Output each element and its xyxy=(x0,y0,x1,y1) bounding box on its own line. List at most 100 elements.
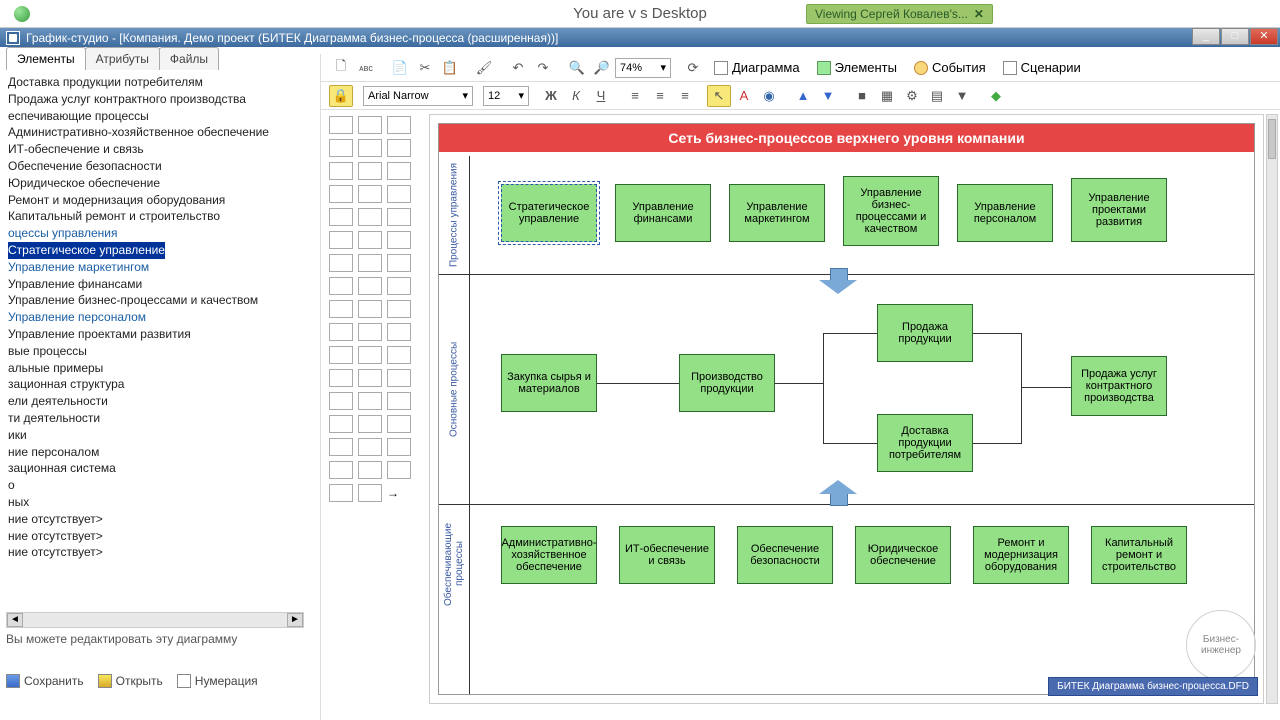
brush-icon[interactable]: 🖌 xyxy=(472,57,496,79)
palette-shape[interactable]: → xyxy=(387,484,411,502)
palette-shape[interactable] xyxy=(329,116,353,134)
palette-shape[interactable] xyxy=(387,185,411,203)
node-admin[interactable]: Административно-хозяйственное обеспечени… xyxy=(501,526,597,584)
node-marketing[interactable]: Управление маркетингом xyxy=(729,184,825,242)
undo-icon[interactable]: ↶ xyxy=(506,57,530,79)
table-icon[interactable]: ▤ xyxy=(925,85,949,107)
diagram-tab[interactable]: Диаграмма xyxy=(706,60,808,75)
text-color-icon[interactable]: A xyxy=(732,85,756,107)
node-personnel[interactable]: Управление персоналом xyxy=(957,184,1053,242)
scroll-right-button[interactable]: ► xyxy=(287,613,303,627)
refresh-icon[interactable]: ⟳ xyxy=(681,57,705,79)
tree-item[interactable]: Юридическое обеспечение xyxy=(6,175,304,192)
zoom-in-icon[interactable]: 🔍 xyxy=(565,57,589,79)
palette-shape[interactable] xyxy=(358,369,382,387)
events-tab[interactable]: События xyxy=(906,60,994,75)
diagram-viewport[interactable]: Сеть бизнес-процессов верхнего уровня ко… xyxy=(429,114,1264,704)
fill-icon[interactable]: ◉ xyxy=(757,85,781,107)
palette-shape[interactable] xyxy=(358,208,382,226)
element-tree[interactable]: Доставка продукции потребителямПродажа у… xyxy=(6,74,304,612)
tree-item[interactable]: ти деятельности xyxy=(6,410,304,427)
palette-shape[interactable] xyxy=(329,323,353,341)
tree-item[interactable]: Доставка продукции потребителям xyxy=(6,74,304,91)
palette-shape[interactable] xyxy=(329,139,353,157)
tree-item[interactable]: Управление бизнес-процессами и качеством xyxy=(6,292,304,309)
up-icon[interactable]: ▲ xyxy=(791,85,815,107)
palette-shape[interactable] xyxy=(387,461,411,479)
align-right-icon[interactable]: ≡ xyxy=(673,85,697,107)
filter-icon[interactable]: ▼ xyxy=(950,85,974,107)
node-it[interactable]: ИТ-обеспечение и связь xyxy=(619,526,715,584)
palette-shape[interactable] xyxy=(358,438,382,456)
tree-item[interactable]: Управление финансами xyxy=(6,276,304,293)
tree-item[interactable]: зационная структура xyxy=(6,376,304,393)
underline-icon[interactable]: Ч xyxy=(589,85,613,107)
node-purchase[interactable]: Закупка сырья и материалов xyxy=(501,354,597,412)
process-icon[interactable]: ⚙ xyxy=(900,85,924,107)
palette-shape[interactable] xyxy=(329,346,353,364)
italic-icon[interactable]: К xyxy=(564,85,588,107)
minimize-button[interactable]: _ xyxy=(1192,28,1220,45)
node-bpq[interactable]: Управление бизнес-процессами и качеством xyxy=(843,176,939,246)
tab-attributes[interactable]: Атрибуты xyxy=(85,47,160,70)
palette-shape[interactable] xyxy=(387,162,411,180)
tab-files[interactable]: Файлы xyxy=(159,47,219,70)
palette-shape[interactable] xyxy=(387,139,411,157)
palette-shape[interactable] xyxy=(358,162,382,180)
tree-item[interactable]: вые процессы xyxy=(6,343,304,360)
palette-shape[interactable] xyxy=(329,208,353,226)
end-icon[interactable]: ◆ xyxy=(984,85,1008,107)
palette-shape[interactable] xyxy=(387,208,411,226)
palette-shape[interactable] xyxy=(358,415,382,433)
palette-shape[interactable] xyxy=(358,277,382,295)
tree-item[interactable]: Стратегическое управление xyxy=(6,242,304,259)
open-button[interactable]: Открыть xyxy=(98,674,163,688)
tree-item[interactable]: Управление маркетингом xyxy=(6,259,304,276)
tree-item[interactable]: ели деятельности xyxy=(6,393,304,410)
down-icon[interactable]: ▼ xyxy=(816,85,840,107)
tree-item[interactable]: Управление проектами развития xyxy=(6,326,304,343)
palette-shape[interactable] xyxy=(387,369,411,387)
save-button[interactable]: Сохранить xyxy=(6,674,84,688)
tree-item[interactable]: Ремонт и модернизация оборудования xyxy=(6,192,304,209)
palette-shape[interactable] xyxy=(329,277,353,295)
tree-item[interactable]: ИТ-обеспечение и связь xyxy=(6,141,304,158)
font-combo[interactable]: Arial Narrow▾ xyxy=(363,86,473,106)
close-icon[interactable]: ✕ xyxy=(974,7,984,21)
close-button[interactable]: ✕ xyxy=(1250,28,1278,45)
fontsize-combo[interactable]: 12▾ xyxy=(483,86,529,106)
palette-shape[interactable] xyxy=(387,300,411,318)
bold-icon[interactable]: Ж xyxy=(539,85,563,107)
redo-icon[interactable]: ↷ xyxy=(531,57,555,79)
node-security[interactable]: Обеспечение безопасности xyxy=(737,526,833,584)
lock-icon[interactable]: 🔒 xyxy=(329,85,353,107)
tree-item[interactable]: Обеспечение безопасности xyxy=(6,158,304,175)
tree-item[interactable]: ние отсутствует> xyxy=(6,528,304,545)
palette-shape[interactable] xyxy=(387,254,411,272)
new-icon[interactable]: 🗋 xyxy=(329,57,353,79)
tree-item[interactable]: Продажа услуг контрактного производства xyxy=(6,91,304,108)
maximize-button[interactable]: □ xyxy=(1221,28,1249,45)
node-contract-sales[interactable]: Продажа услуг контрактного производства xyxy=(1071,356,1167,416)
palette-shape[interactable] xyxy=(329,461,353,479)
node-sales[interactable]: Продажа продукции xyxy=(877,304,973,362)
cursor-icon[interactable]: ↖ xyxy=(707,85,731,107)
palette-shape[interactable] xyxy=(387,392,411,410)
palette-shape[interactable] xyxy=(329,369,353,387)
node-strategic-mgmt[interactable]: Стратегическое управление xyxy=(501,184,597,242)
tree-item[interactable]: Капитальный ремонт и строительство xyxy=(6,208,304,225)
palette-shape[interactable] xyxy=(387,277,411,295)
palette-shape[interactable] xyxy=(358,346,382,364)
tree-item[interactable]: альные примеры xyxy=(6,360,304,377)
node-delivery[interactable]: Доставка продукции потребителям xyxy=(877,414,973,472)
palette-shape[interactable] xyxy=(329,415,353,433)
node-legal[interactable]: Юридическое обеспечение xyxy=(855,526,951,584)
palette-shape[interactable] xyxy=(358,392,382,410)
align-left-icon[interactable]: ≡ xyxy=(623,85,647,107)
shapes-icon[interactable]: ▦ xyxy=(875,85,899,107)
palette-shape[interactable] xyxy=(358,461,382,479)
tree-item[interactable]: ных xyxy=(6,494,304,511)
palette-shape[interactable] xyxy=(329,254,353,272)
node-finance[interactable]: Управление финансами xyxy=(615,184,711,242)
palette-shape[interactable] xyxy=(329,484,353,502)
